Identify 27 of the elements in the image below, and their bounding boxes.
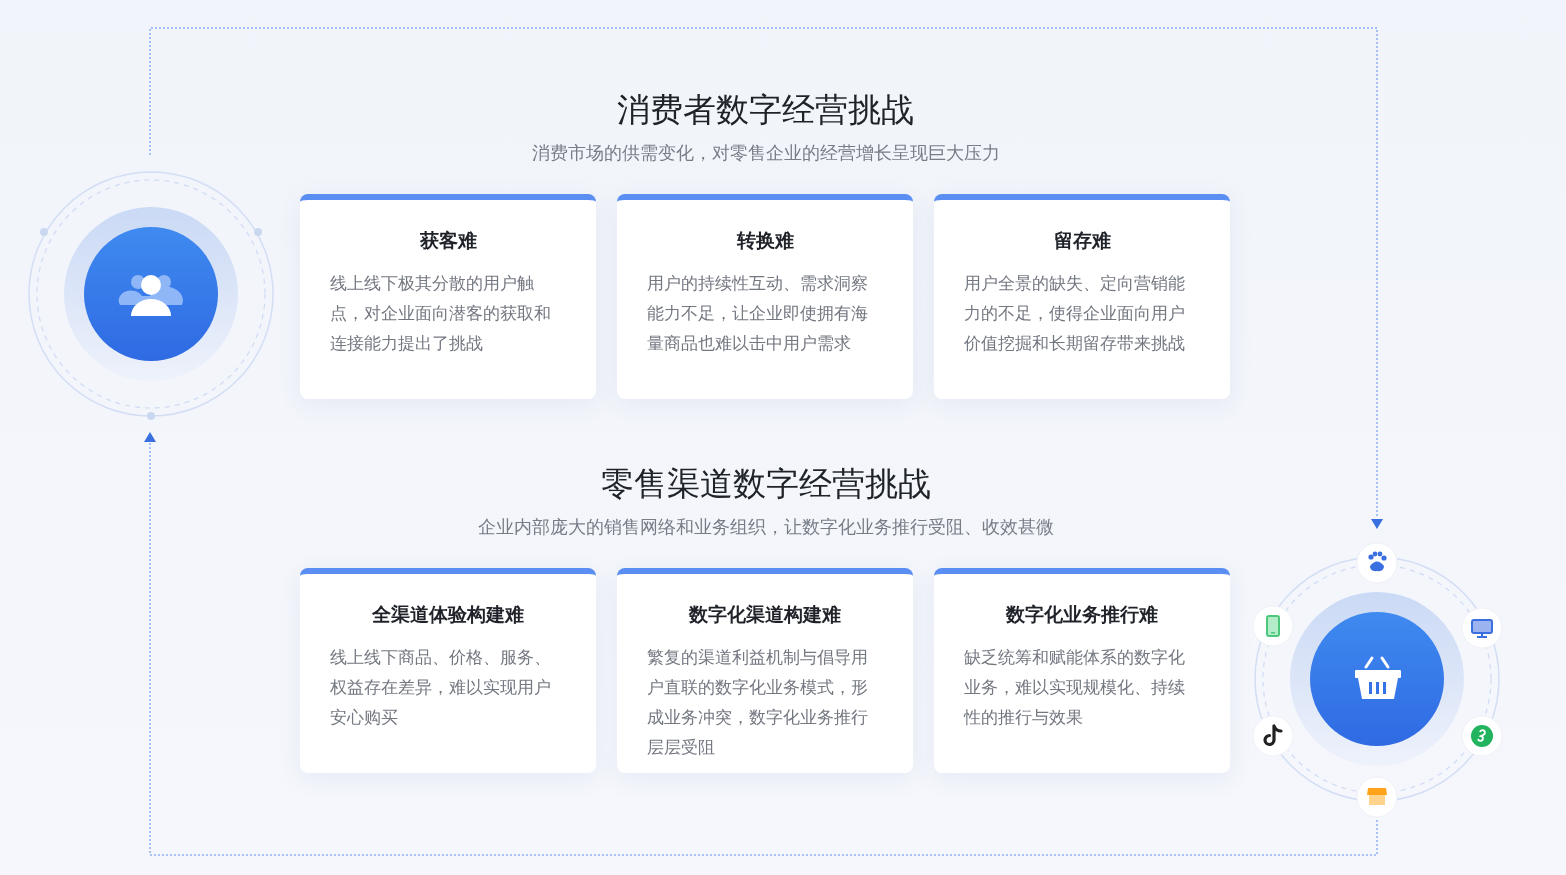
users-icon <box>118 275 183 316</box>
card-title: 全渠道体验构建难 <box>372 602 524 627</box>
store-icon <box>1367 788 1387 805</box>
card-title: 转换难 <box>736 228 794 253</box>
orbit-dot <box>40 228 48 236</box>
card-title: 数字化渠道构建难 <box>689 602 841 627</box>
icon-node <box>1252 715 1294 757</box>
card-description: 线上线下极其分散的用户触点，对企业面向潜客的获取和连接能力提出了挑战 <box>330 272 552 355</box>
card-title: 数字化业务推行难 <box>1006 602 1158 627</box>
card-description: 繁复的渠道利益机制与倡导用户直联的数字化业务模式，形成业务冲突，数字化业务推行层层受阻 <box>647 646 869 759</box>
paw-icon <box>1368 551 1387 572</box>
orbit-dot <box>254 228 262 236</box>
section-subtitle: 企业内部庞大的销售网络和业务组织，让数字化业务推行受阻、收效甚微 <box>477 515 1054 539</box>
orbit-dot <box>147 412 155 420</box>
section-subtitle: 消费市场的供需变化，对零售企业的经营增长呈现巨大压力 <box>531 141 1000 165</box>
card-description: 用户全景的缺失、定向营销能力的不足，使得企业面向用户价值挖掘和长期留存带来挑战 <box>964 272 1186 355</box>
section-title: 零售渠道数字经营挑战 <box>600 463 931 505</box>
card-title: 留存难 <box>1053 228 1111 253</box>
monitor-icon <box>1471 619 1493 638</box>
smartphone-icon <box>1266 615 1280 637</box>
card-description: 用户的持续性互动、需求洞察能力不足，让企业即使拥有海量商品也难以击中用户需求 <box>647 272 869 355</box>
card-title: 获客难 <box>419 228 477 253</box>
music-note-icon <box>1263 724 1283 747</box>
section-title: 消费者数字经营挑战 <box>617 89 914 131</box>
card-description: 缺乏统筹和赋能体系的数字化业务，难以实现规模化、持续性的推行与效果 <box>964 646 1186 729</box>
shopping-basket-icon <box>1355 656 1401 699</box>
card-description: 线上线下商品、价格、服务、权益存在差异，难以实现用户安心购买 <box>330 646 552 729</box>
